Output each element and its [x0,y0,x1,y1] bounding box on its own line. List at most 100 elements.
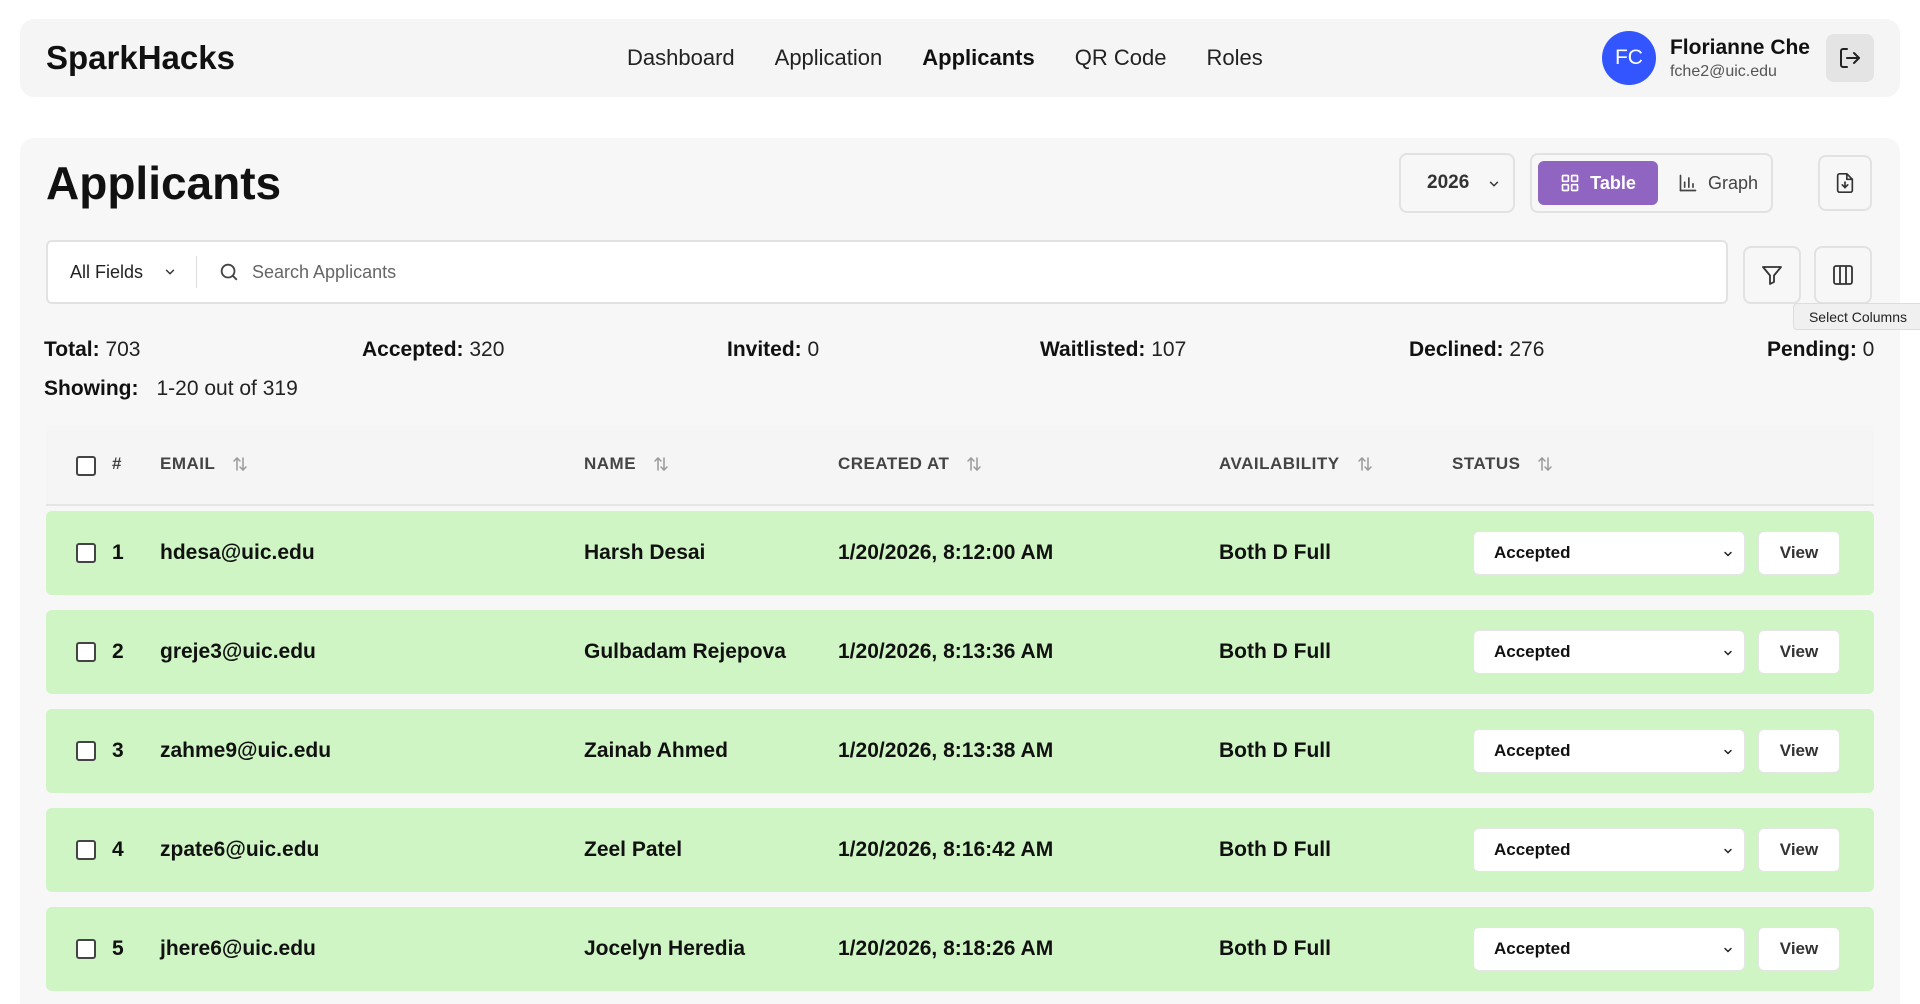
status-select[interactable]: Accepted [1473,630,1745,674]
row-created-at: 1/20/2026, 8:13:36 AM [838,640,1054,663]
avatar[interactable]: FC [1601,31,1656,85]
row-email: greje3@uic.edu [160,640,316,663]
table-view-label: Table [1590,172,1636,193]
row-availability: Both D Full [1219,541,1331,564]
user-info: Florianne Che fche2@uic.edu [1670,36,1810,81]
stat-invited: Invited: 0 [727,338,820,361]
search-divider [196,256,197,288]
row-name: Gulbadam Rejepova [584,640,786,663]
graph-view-label: Graph [1707,172,1759,193]
stat-accepted: Accepted: 320 [362,338,505,361]
logout-button[interactable] [1826,34,1874,82]
status-select[interactable]: Accepted [1473,729,1745,773]
graph-view-button[interactable]: Graph [1668,161,1768,205]
year-value: 2026 [1427,172,1470,193]
nav-qr-code[interactable]: QR Code [1075,45,1167,71]
user-menu: FC Florianne Che fche2@uic.edu [1601,19,1874,97]
chevron-down-icon [1724,650,1732,656]
table-row[interactable]: 5 jhere6@uic.edu Jocelyn Heredia 1/20/20… [46,907,1874,991]
user-name: Florianne Che [1669,35,1810,59]
search-input[interactable] [252,252,1692,292]
stat-pending: Pending: 0 [1767,338,1875,361]
row-checkbox[interactable] [76,939,96,959]
sort-icon [967,456,982,472]
row-created-at: 1/20/2026, 8:16:42 AM [838,838,1054,861]
bar-chart-icon [1679,174,1697,192]
row-email: jhere6@uic.edu [160,937,316,960]
nav-applicants[interactable]: Applicants [922,45,1034,71]
search-icon [220,263,238,281]
row-checkbox[interactable] [76,741,96,761]
row-email: hdesa@uic.edu [160,541,315,564]
table-view-button[interactable]: Table [1538,161,1658,205]
row-created-at: 1/20/2026, 8:12:00 AM [838,541,1054,564]
file-download-icon [1836,173,1854,193]
view-button[interactable]: View [1758,729,1840,773]
row-name: Harsh Desai [584,541,706,564]
view-toggle: Table Graph [1530,153,1773,213]
nav-dashboard[interactable]: Dashboard [627,45,735,71]
table-row[interactable]: 1 hdesa@uic.edu Harsh Desai 1/20/2026, 8… [46,511,1874,595]
nav-roles[interactable]: Roles [1206,45,1262,71]
stat-waitlisted: Waitlisted: 107 [1040,338,1187,361]
row-checkbox[interactable] [76,543,96,563]
applicants-panel: Applicants 2026 Table Graph All Fields S… [20,138,1920,1004]
sort-icon [654,456,668,472]
column-number: # [112,454,122,473]
table-row[interactable]: 4 zpate6@uic.edu Zeel Patel 1/20/2026, 8… [46,808,1874,892]
column-name[interactable]: NAME [584,454,670,474]
stats-bar: Total: 703 Accepted: 320 Invited: 0 Wait… [44,338,1876,368]
nav-application[interactable]: Application [775,45,883,71]
grid-icon [1561,174,1579,192]
column-created-at[interactable]: CREATED AT [838,454,983,474]
search-bar: All Fields [46,240,1728,304]
year-select[interactable]: 2026 [1399,153,1515,213]
row-availability: Both D Full [1219,838,1331,861]
view-button[interactable]: View [1758,531,1840,575]
chevron-down-icon [1724,749,1732,755]
table-row[interactable]: 3 zahme9@uic.edu Zainab Ahmed 1/20/2026,… [46,709,1874,793]
table-row[interactable]: 2 greje3@uic.edu Gulbadam Rejepova 1/20/… [46,610,1874,694]
showing-count: Showing: 1-20 out of 319 [44,377,298,400]
view-button[interactable]: View [1758,630,1840,674]
filter-icon [1762,266,1782,285]
main-nav: Dashboard Application Applicants QR Code… [627,19,1263,97]
status-select[interactable]: Accepted [1473,828,1745,872]
row-number: 2 [112,640,124,663]
chevron-down-icon [1724,848,1732,854]
stat-declined: Declined: 276 [1409,338,1545,361]
chevron-down-icon [165,269,175,275]
status-select[interactable]: Accepted [1473,927,1745,971]
view-button[interactable]: View [1758,828,1840,872]
row-availability: Both D Full [1219,640,1331,663]
select-columns-button[interactable] [1814,246,1872,304]
search-field-value: All Fields [70,261,144,282]
row-created-at: 1/20/2026, 8:18:26 AM [838,937,1054,960]
column-availability[interactable]: AVAILABILITY [1219,454,1374,474]
row-email: zpate6@uic.edu [160,838,320,861]
filter-button[interactable] [1743,246,1801,304]
chevron-down-icon [1724,947,1732,953]
row-created-at: 1/20/2026, 8:13:38 AM [838,739,1054,762]
export-button[interactable] [1818,155,1872,211]
row-checkbox[interactable] [76,642,96,662]
column-status[interactable]: STATUS [1452,454,1554,474]
row-name: Zainab Ahmed [584,739,728,762]
column-email[interactable]: EMAIL [160,454,249,474]
chevron-down-icon [1724,551,1732,557]
status-select[interactable]: Accepted [1473,531,1745,575]
search-field-select[interactable]: All Fields [70,242,177,302]
row-checkbox[interactable] [76,840,96,860]
select-all-checkbox[interactable] [76,456,96,476]
sort-icon [233,456,248,472]
view-button[interactable]: View [1758,927,1840,971]
chevron-down-icon [1489,181,1499,187]
top-navbar: SparkHacks Dashboard Application Applica… [20,19,1900,97]
brand-logo[interactable]: SparkHacks [46,39,235,77]
row-number: 5 [112,937,124,960]
row-number: 1 [112,541,124,564]
row-number: 4 [112,838,124,861]
row-name: Zeel Patel [584,838,683,861]
sort-icon [1538,456,1553,472]
table-header: # EMAIL NAME CREATED AT AVAILABILITY STA… [46,426,1874,506]
